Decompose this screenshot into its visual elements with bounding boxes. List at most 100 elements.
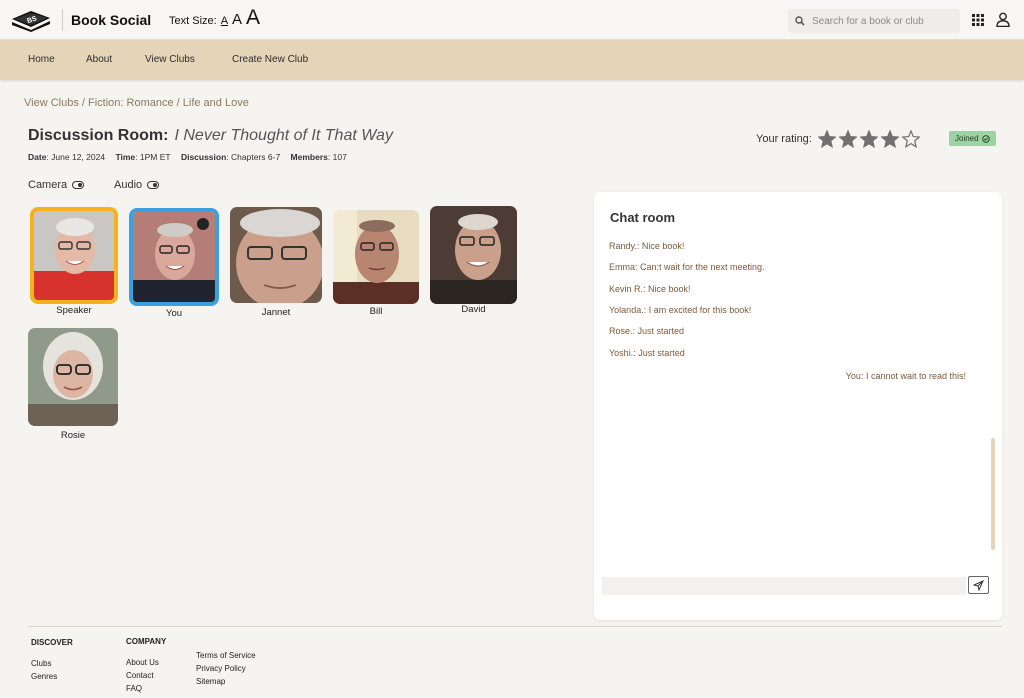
main-nav: Home About View Clubs Create New Club [0, 40, 1024, 80]
nav-home[interactable]: Home [28, 54, 55, 65]
rating-stars [817, 130, 923, 148]
footer-discover-heading: DISCOVER [31, 638, 73, 647]
audio-toggle-icon[interactable] [147, 181, 160, 189]
chat-scrollbar[interactable] [991, 438, 995, 550]
audio-label: Audio [114, 179, 143, 191]
participant-name: Speaker [56, 305, 92, 316]
chat-room-title: Chat room [610, 210, 675, 225]
participant-tile[interactable]: Bill [333, 210, 419, 320]
footer-divider [28, 626, 1002, 627]
chat-message: Emma: Can;t wait for the next meeting. [609, 262, 765, 272]
discussion-value: Chapters 6-7 [231, 152, 281, 162]
rating-control: Your rating: [756, 130, 923, 148]
time-label: Time [115, 152, 136, 162]
footer-link-sitemap[interactable]: Sitemap [196, 675, 256, 688]
user-account-icon[interactable] [996, 12, 1010, 27]
chat-room-panel: Chat room Randy.: Nice book! Emma: Can;t… [594, 192, 1002, 620]
audio-toggle[interactable]: Audio [114, 179, 160, 191]
send-message-button[interactable] [968, 576, 989, 594]
chat-message-mine: You: I cannot wait to read this! [845, 371, 966, 381]
participant-avatar [333, 210, 419, 304]
check-circle-icon [981, 134, 990, 143]
participant-name: Rosie [60, 430, 86, 441]
participant-video[interactable] [333, 210, 419, 304]
breadcrumb-life-and-love[interactable]: Life and Love [183, 97, 249, 109]
members-value: 107 [332, 152, 347, 162]
footer-link-about-us[interactable]: About Us [126, 656, 166, 669]
room-meta: Date: June 12, 2024 Time: 1PM ET Discuss… [28, 152, 347, 162]
chat-message: Rose.: Just started [609, 326, 685, 336]
participant-video[interactable] [28, 328, 118, 426]
joined-badge[interactable]: Joined [949, 131, 996, 146]
camera-toggle-icon[interactable] [72, 181, 85, 189]
breadcrumb: View Clubs / Fiction: Romance / Life and… [24, 97, 249, 109]
nav-about[interactable]: About [86, 54, 112, 65]
participant-avatar [28, 328, 118, 426]
discussion-label: Discussion [180, 152, 227, 162]
participant-name: Jannet [261, 307, 291, 318]
footer-company-heading: COMPANY [126, 637, 167, 646]
text-size-control: Text Size: A A A [169, 6, 260, 32]
date-value: June 12, 2024 [51, 152, 106, 162]
participant-video[interactable] [30, 207, 118, 304]
text-size-small-button[interactable]: A [221, 15, 228, 27]
participant-tile[interactable]: You [129, 208, 219, 319]
rating-label: Your rating: [756, 133, 812, 145]
participant-avatar [133, 212, 215, 302]
chat-message: Randy.: Nice book! [609, 241, 685, 251]
footer-link-genres[interactable]: Genres [31, 670, 73, 683]
footer-link-clubs[interactable]: Clubs [31, 657, 73, 670]
search-input[interactable] [812, 12, 956, 30]
text-size-medium-button[interactable]: A [232, 11, 242, 28]
chat-message: Yolanda.: I am excited for this book! [609, 305, 752, 315]
date-label: Date [28, 152, 47, 162]
apps-grid-icon[interactable] [972, 14, 984, 26]
footer-link-contact[interactable]: Contact [126, 669, 166, 682]
title-prefix: Discussion Room: [28, 127, 169, 144]
members-label: Members [290, 152, 328, 162]
footer-link-terms[interactable]: Terms of Service [196, 649, 256, 662]
participant-avatar [230, 207, 322, 303]
participant-tile[interactable]: Speaker [30, 207, 118, 317]
footer-legal: Terms of Service Privacy Policy Sitemap [196, 649, 256, 688]
search-icon [795, 16, 805, 26]
participant-avatar [34, 211, 114, 300]
participant-name: David [461, 304, 486, 315]
breadcrumb-separator: / [173, 97, 183, 109]
nav-create-new-club[interactable]: Create New Club [232, 54, 308, 65]
chat-message-input[interactable] [602, 577, 966, 595]
book-social-logo[interactable]: BS [10, 8, 52, 32]
participant-tile[interactable]: Rosie [28, 328, 118, 442]
footer-company: COMPANY About Us Contact FAQ [126, 635, 166, 695]
page-title: Discussion Room: I Never Thought of It Th… [28, 127, 393, 145]
footer-link-faq[interactable]: FAQ [126, 682, 166, 695]
search-box[interactable] [788, 9, 960, 33]
participant-video[interactable] [129, 208, 219, 306]
breadcrumb-view-clubs[interactable]: View Clubs [24, 97, 79, 109]
camera-label: Camera [28, 179, 68, 191]
participant-video[interactable] [430, 206, 517, 304]
star-filled-icon[interactable] [880, 130, 899, 148]
participant-video[interactable] [230, 207, 322, 303]
footer-link-privacy[interactable]: Privacy Policy [196, 662, 256, 675]
star-filled-icon[interactable] [817, 130, 836, 148]
breadcrumb-fiction-romance[interactable]: Fiction: Romance [88, 97, 174, 109]
nav-view-clubs[interactable]: View Clubs [145, 54, 195, 65]
star-filled-icon[interactable] [838, 130, 857, 148]
brand-name[interactable]: Book Social [71, 12, 151, 28]
text-size-label: Text Size: [169, 15, 217, 27]
book-title: I Never Thought of It That Way [174, 127, 393, 144]
chat-message: Yoshi.: Just started [609, 348, 685, 358]
top-bar: BS Book Social Text Size: A A A [0, 0, 1024, 40]
camera-toggle[interactable]: Camera [28, 179, 85, 191]
participant-name: Bill [369, 306, 383, 317]
participant-tile[interactable]: David [430, 206, 517, 316]
star-empty-icon[interactable] [901, 130, 920, 148]
chat-message: Kevin R.: Nice book! [609, 284, 691, 294]
participant-avatar [430, 206, 517, 304]
text-size-large-button[interactable]: A [246, 6, 260, 30]
star-filled-icon[interactable] [859, 130, 878, 148]
header-divider [62, 9, 63, 31]
participant-name: You [165, 308, 183, 319]
participant-tile[interactable]: Jannet [230, 207, 322, 319]
